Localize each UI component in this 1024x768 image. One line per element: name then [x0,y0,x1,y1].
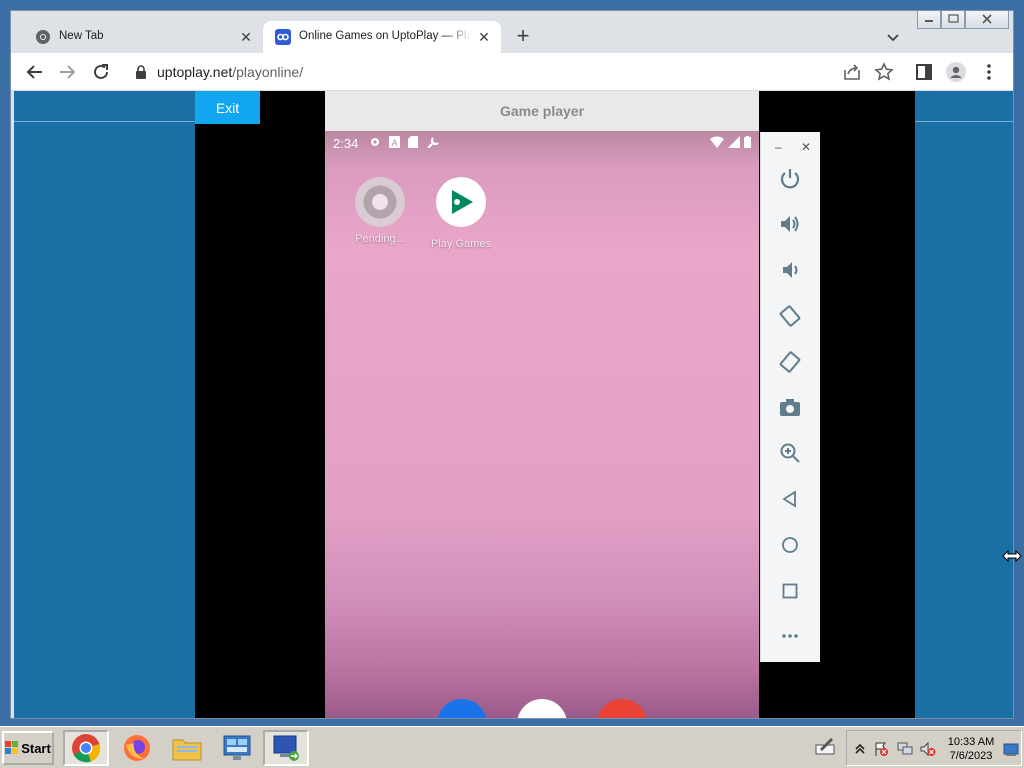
overview-square-icon[interactable] [777,578,803,604]
back-triangle-icon[interactable] [777,486,803,512]
wifi-icon [710,136,724,148]
taskbar-file-explorer[interactable] [164,730,210,766]
battery-icon [744,136,751,148]
panel-close-icon[interactable]: ✕ [801,140,811,154]
dock-phone-icon[interactable] [437,699,487,718]
url-domain: uptoplay.net [157,64,233,80]
back-arrow-icon[interactable] [23,60,47,84]
android-screen[interactable]: 2:34 A Pending... Play Games [325,131,759,718]
pending-app-icon [355,177,405,227]
panel-minimize-icon[interactable]: – [775,140,782,154]
clock[interactable]: 10:33 AM 7/6/2023 [945,735,997,763]
close-tab-icon[interactable]: ✕ [475,28,493,46]
signal-icon [728,136,740,148]
status-time: 2:34 [333,136,359,151]
network-status-icon[interactable] [897,741,913,757]
app-label: Pending... [355,233,405,245]
remote-desktop-icon [273,735,299,761]
pen-input-icon[interactable] [814,735,836,757]
url-path: /playonline/ [232,64,304,80]
tab-strip: New Tab ✕ Online Games on UptoPlay — Pla… [11,11,1013,53]
page-content: Exit Game player 2:34 A Pending... Play … [14,91,1013,718]
wrench-icon [427,137,439,148]
camera-icon[interactable] [777,394,803,420]
reload-icon[interactable] [89,60,113,84]
volume-down-icon[interactable] [777,257,803,283]
taskbar-chrome[interactable] [63,730,109,766]
app-play-games[interactable]: Play Games [421,177,501,250]
zoom-icon[interactable] [777,440,803,466]
dock-play-store-icon[interactable] [517,699,567,718]
more-dots-icon[interactable] [777,623,803,649]
sd-card-icon [408,136,418,148]
divider [915,121,1013,122]
app-label: Play Games [431,238,491,250]
tab-title: Online Games on UptoPlay — Play 8 [299,30,471,42]
firefox-icon [124,735,150,761]
notification-a-icon: A [389,136,400,148]
volume-up-icon[interactable] [777,211,803,237]
tab-new-tab[interactable]: New Tab ✕ [23,21,263,53]
chrome-icon [36,30,50,44]
network-computer-icon [223,735,251,760]
minimize-button[interactable] [917,11,941,29]
kebab-menu-icon[interactable] [977,60,1001,84]
resize-cursor-icon [1002,549,1022,563]
bookmark-star-icon[interactable] [872,60,896,84]
maximize-button[interactable] [941,11,965,29]
clock-date: 7/6/2023 [949,750,993,762]
profile-avatar-icon[interactable] [944,60,968,84]
chevron-down-icon[interactable] [883,27,903,47]
taskbar-firefox[interactable] [114,730,160,766]
taskbar-network-manager[interactable] [214,730,260,766]
app-pending[interactable]: Pending... [340,177,420,245]
rotate-right-icon[interactable] [777,349,803,375]
browser-toolbar: uptoplay.net/playonline/ [11,53,1013,91]
show-desktop-icon[interactable] [1003,741,1019,757]
play-games-icon [436,177,486,227]
start-label: Start [21,740,51,756]
dock-chrome-icon[interactable] [597,699,647,718]
action-center-flag-icon[interactable] [873,741,889,757]
share-icon[interactable] [840,60,864,84]
emulator-control-panel: – ✕ [760,132,820,662]
side-panel-icon[interactable] [912,60,936,84]
status-bar: 2:34 A [325,131,759,155]
power-icon[interactable] [777,165,803,191]
close-tab-icon[interactable]: ✕ [237,28,255,46]
rotate-left-icon[interactable] [777,303,803,329]
home-circle-icon[interactable] [777,532,803,558]
system-tray: 10:33 AM 7/6/2023 [846,730,1022,766]
tab-uptoplay[interactable]: Online Games on UptoPlay — Play 8 ✕ [263,21,501,53]
address-bar[interactable]: uptoplay.net/playonline/ [125,57,881,87]
browser-window: New Tab ✕ Online Games on UptoPlay — Pla… [10,10,1014,719]
clock-time: 10:33 AM [947,736,995,748]
taskbar-remote-desktop[interactable] [263,730,309,766]
uptoplay-icon [275,29,291,45]
divider [14,121,195,122]
windows-logo-icon [5,741,19,754]
folder-icon [172,739,202,761]
volume-muted-icon[interactable] [920,741,936,757]
taskbar: Start 10:33 AM 7/6/2023 [0,726,1024,768]
game-player-title: Game player [499,103,585,119]
lock-icon[interactable] [135,65,147,79]
start-button[interactable]: Start [2,731,54,765]
exit-button[interactable]: Exit [195,91,260,124]
game-player-header: Game player [325,91,759,131]
new-tab-button[interactable]: + [511,25,535,49]
svg-text:A: A [392,139,399,148]
settings-gear-icon [371,138,379,146]
chrome-icon [72,734,101,763]
forward-arrow-icon[interactable] [55,60,79,84]
url-text[interactable]: uptoplay.net/playonline/ [157,64,303,80]
tab-title: New Tab [59,30,104,42]
show-hidden-icons-icon[interactable] [852,741,868,757]
window-close-button[interactable] [965,11,1009,29]
